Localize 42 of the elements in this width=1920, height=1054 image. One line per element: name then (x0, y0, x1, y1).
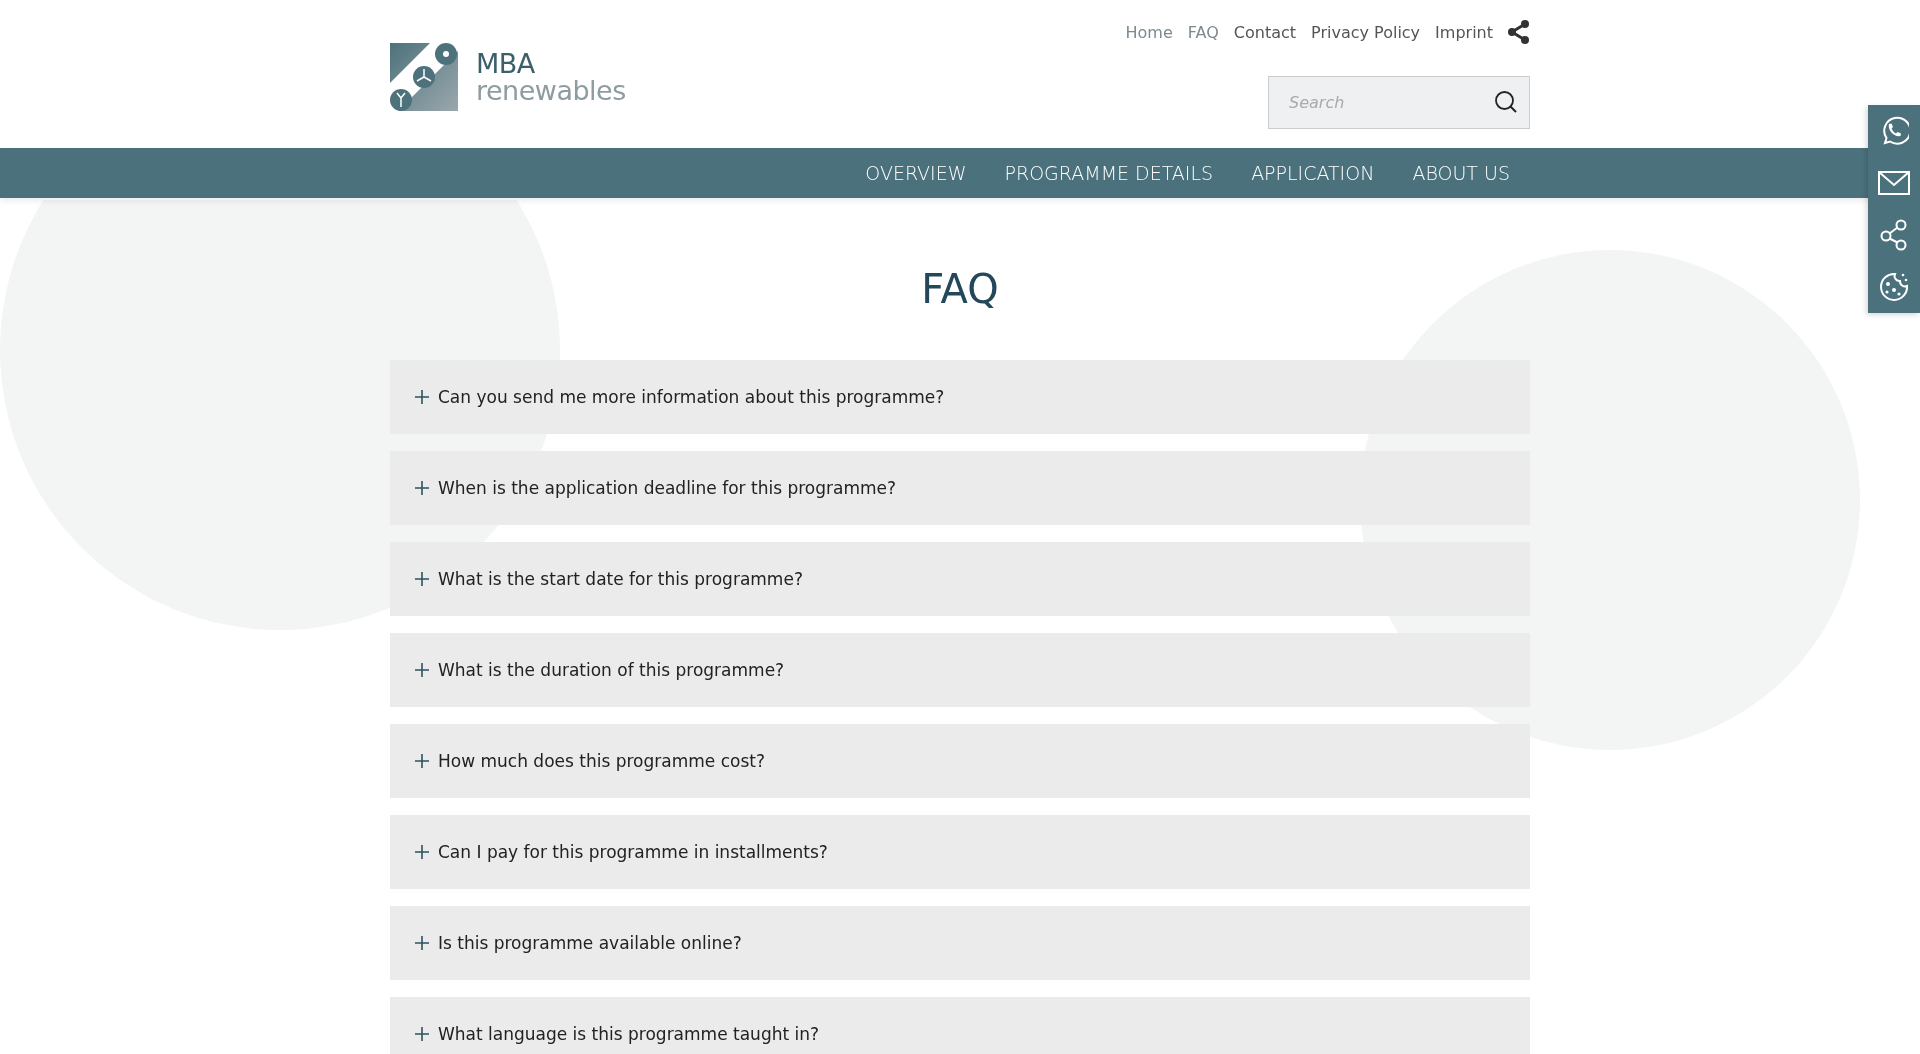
top-link[interactable]: Contact (1233, 22, 1297, 42)
faq-item[interactable]: Can you send me more information about this programme? (390, 360, 1530, 434)
search-icon[interactable] (1494, 90, 1518, 114)
page-title: FAQ (920, 266, 1000, 312)
faq-item[interactable]: What language is this programme taught in? (390, 997, 1530, 1054)
faq-item[interactable]: When is the application deadline for this programme? (390, 451, 1530, 525)
faq-question: What language is this programme taught in? (438, 1024, 820, 1044)
nav-link[interactable]: PROGRAMME DETAILS (1004, 162, 1214, 184)
plus-icon (415, 1027, 429, 1041)
plus-icon (415, 390, 429, 404)
faq-question: What is the start date for this programme? (438, 569, 803, 589)
nav-link[interactable]: OVERVIEW (865, 162, 967, 184)
faq-question: What is the duration of this programme? (438, 660, 785, 680)
logo-icon[interactable] (390, 43, 458, 111)
top-link[interactable]: Imprint (1435, 22, 1493, 42)
nav-link[interactable]: APPLICATION (1251, 162, 1375, 184)
faq-item[interactable]: What is the start date for this programme? (390, 542, 1530, 616)
share-icon[interactable] (1508, 20, 1530, 44)
nav-link[interactable]: ABOUT US (1412, 162, 1510, 184)
top-link[interactable]: FAQ (1187, 22, 1219, 42)
logo-subtitle: renewables (476, 77, 626, 104)
plus-icon (415, 481, 429, 495)
plus-icon (415, 572, 429, 586)
cookie-icon[interactable] (1878, 271, 1910, 303)
faq-question: Can I pay for this programme in installments? (438, 842, 828, 862)
plus-icon (415, 845, 429, 859)
faq-item[interactable]: What is the duration of this programme? (390, 633, 1530, 707)
mail-icon[interactable] (1878, 171, 1910, 195)
faq-question: How much does this programme cost? (438, 751, 765, 771)
plus-icon (415, 663, 429, 677)
faq-question: Can you send me more information about this programme? (438, 387, 945, 407)
faq-item[interactable]: Can I pay for this programme in installments? (390, 815, 1530, 889)
plus-icon (415, 936, 429, 950)
faq-question: When is the application deadline for this programme? (438, 478, 897, 498)
faq-item[interactable]: Is this programme available online? (390, 906, 1530, 980)
faq-item[interactable]: How much does this programme cost? (390, 724, 1530, 798)
top-link[interactable]: Home (1125, 22, 1173, 42)
top-link[interactable]: Privacy Policy (1311, 22, 1421, 42)
search-field[interactable]: Search (1268, 76, 1530, 129)
plus-icon (415, 754, 429, 768)
logo-title: MBA (476, 50, 536, 77)
faq-question: Is this programme available online? (438, 933, 742, 953)
